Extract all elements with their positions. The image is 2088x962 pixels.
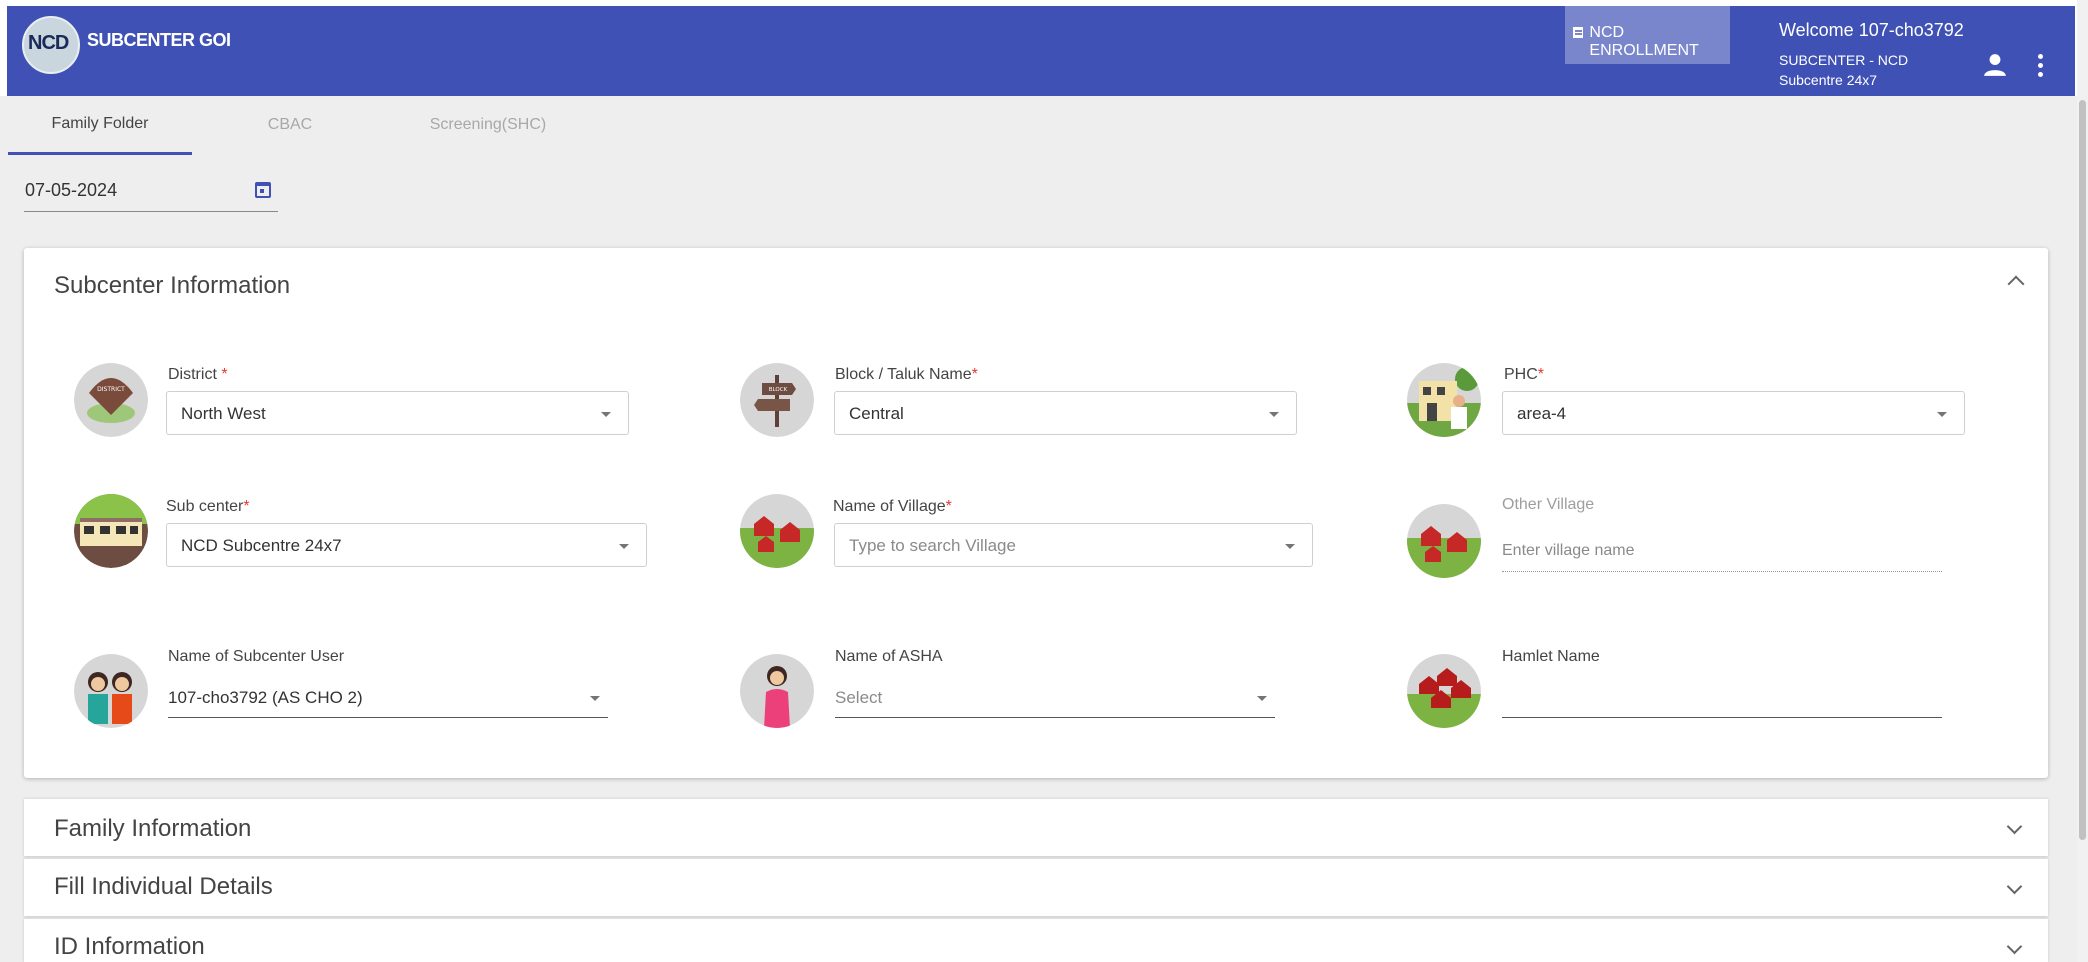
top-bar-wrapper: NCD SUBCENTER GOI NCD ENROLLMENT Welcome… [0,0,2088,96]
app-header: NCD SUBCENTER GOI NCD ENROLLMENT Welcome… [7,6,2075,96]
fill-individual-details-section[interactable]: Fill Individual Details [24,858,2048,916]
subcenter-information-panel: Subcenter Information DISTRICT District … [24,248,2048,778]
hamlet-input[interactable] [1502,678,1942,718]
block-value: Central [849,404,904,423]
district-badge-text: DISTRICT [97,386,125,393]
app-title: SUBCENTER GOI [87,30,231,50]
chevron-down-icon [601,412,611,417]
block-select[interactable]: Central [834,391,1297,435]
other-village-icon [1407,504,1481,578]
village-label: Name of Village* [833,498,952,515]
hamlet-icon [1407,654,1481,728]
block-label: Block / Taluk Name* [835,366,978,383]
asha-placeholder: Select [835,688,883,707]
calendar-icon[interactable] [255,182,271,198]
block-signpost-icon: BLOCK [740,363,814,437]
chevron-down-icon [1257,696,1267,701]
phc-select[interactable]: area-4 [1502,391,1965,435]
other-village-input[interactable]: Enter village name [1502,532,1942,572]
expand-chevron-down-icon[interactable] [2006,878,2023,895]
enrollment-icon [1573,27,1584,38]
id-information-section[interactable]: ID Information [24,918,2048,962]
expand-chevron-down-icon[interactable] [2006,818,2023,835]
chevron-down-icon [1269,412,1279,417]
tab-cbac[interactable]: CBAC [214,96,366,154]
more-menu-icon[interactable] [2033,52,2047,80]
district-value: North West [181,404,266,423]
family-information-title: Family Information [54,815,252,842]
account-icon[interactable] [1982,52,2008,78]
chevron-down-icon [1285,544,1295,549]
tab-screening-shc[interactable]: Screening(SHC) [396,96,580,154]
chevron-down-icon [1937,412,1947,417]
expand-chevron-down-icon[interactable] [2006,938,2023,955]
id-information-title: ID Information [54,933,205,960]
scrollbar-thumb[interactable] [2079,100,2086,840]
fill-individual-details-title: Fill Individual Details [54,873,273,900]
asha-select[interactable]: Select [835,678,1275,718]
tab-bar: Family Folder CBAC Screening(SHC) [0,96,2077,156]
district-select[interactable]: North West [166,391,629,435]
asha-worker-icon [740,654,814,728]
phc-building-icon [1407,363,1481,437]
block-badge-text: BLOCK [769,387,788,393]
village-icon [740,494,814,568]
user-facility-line1: SUBCENTER - NCD [1779,52,1909,68]
phc-label: PHC* [1504,366,1545,383]
subcenter-user-icon [74,654,148,728]
subcenter-building-icon [74,494,148,568]
chevron-down-icon [619,544,629,549]
district-icon: DISTRICT [74,363,148,437]
app-logo[interactable]: NCD [22,16,80,74]
panel-title: Subcenter Information [54,272,291,299]
ncd-enrollment-button[interactable]: NCD ENROLLMENT [1565,6,1730,64]
phc-value: area-4 [1517,404,1567,423]
date-input[interactable]: 07-05-2024 [24,172,278,212]
user-facility-line2: Subcentre 24x7 [1779,72,1878,88]
collapse-chevron-up-icon[interactable] [2007,275,2025,293]
other-village-placeholder: Enter village name [1502,542,1635,559]
district-label: District * [168,366,228,383]
tab-family-folder[interactable]: Family Folder [8,96,192,155]
subcenter-select[interactable]: NCD Subcentre 24x7 [166,523,647,567]
subcenter-user-label: Name of Subcenter User [168,648,345,665]
village-placeholder: Type to search Village [849,536,1016,555]
subcenter-label: Sub center* [166,498,250,515]
ncd-enrollment-label: NCD ENROLLMENT [1589,24,1699,59]
subcenter-user-select[interactable]: 107-cho3792 (AS CHO 2) [168,678,608,718]
village-search-select[interactable]: Type to search Village [834,523,1313,567]
hamlet-label: Hamlet Name [1502,648,1600,665]
family-information-section[interactable]: Family Information [24,798,2048,856]
date-value: 07-05-2024 [25,180,118,200]
welcome-text: Welcome 107-cho3792 [1779,20,1964,40]
asha-label: Name of ASHA [835,648,943,665]
subcenter-user-value: 107-cho3792 (AS CHO 2) [168,688,363,707]
page-scrollbar[interactable] [2077,0,2088,962]
chevron-down-icon [590,696,600,701]
other-village-label: Other Village [1502,496,1595,513]
subcenter-value: NCD Subcentre 24x7 [181,536,342,555]
logo-text: NCD [28,32,69,54]
